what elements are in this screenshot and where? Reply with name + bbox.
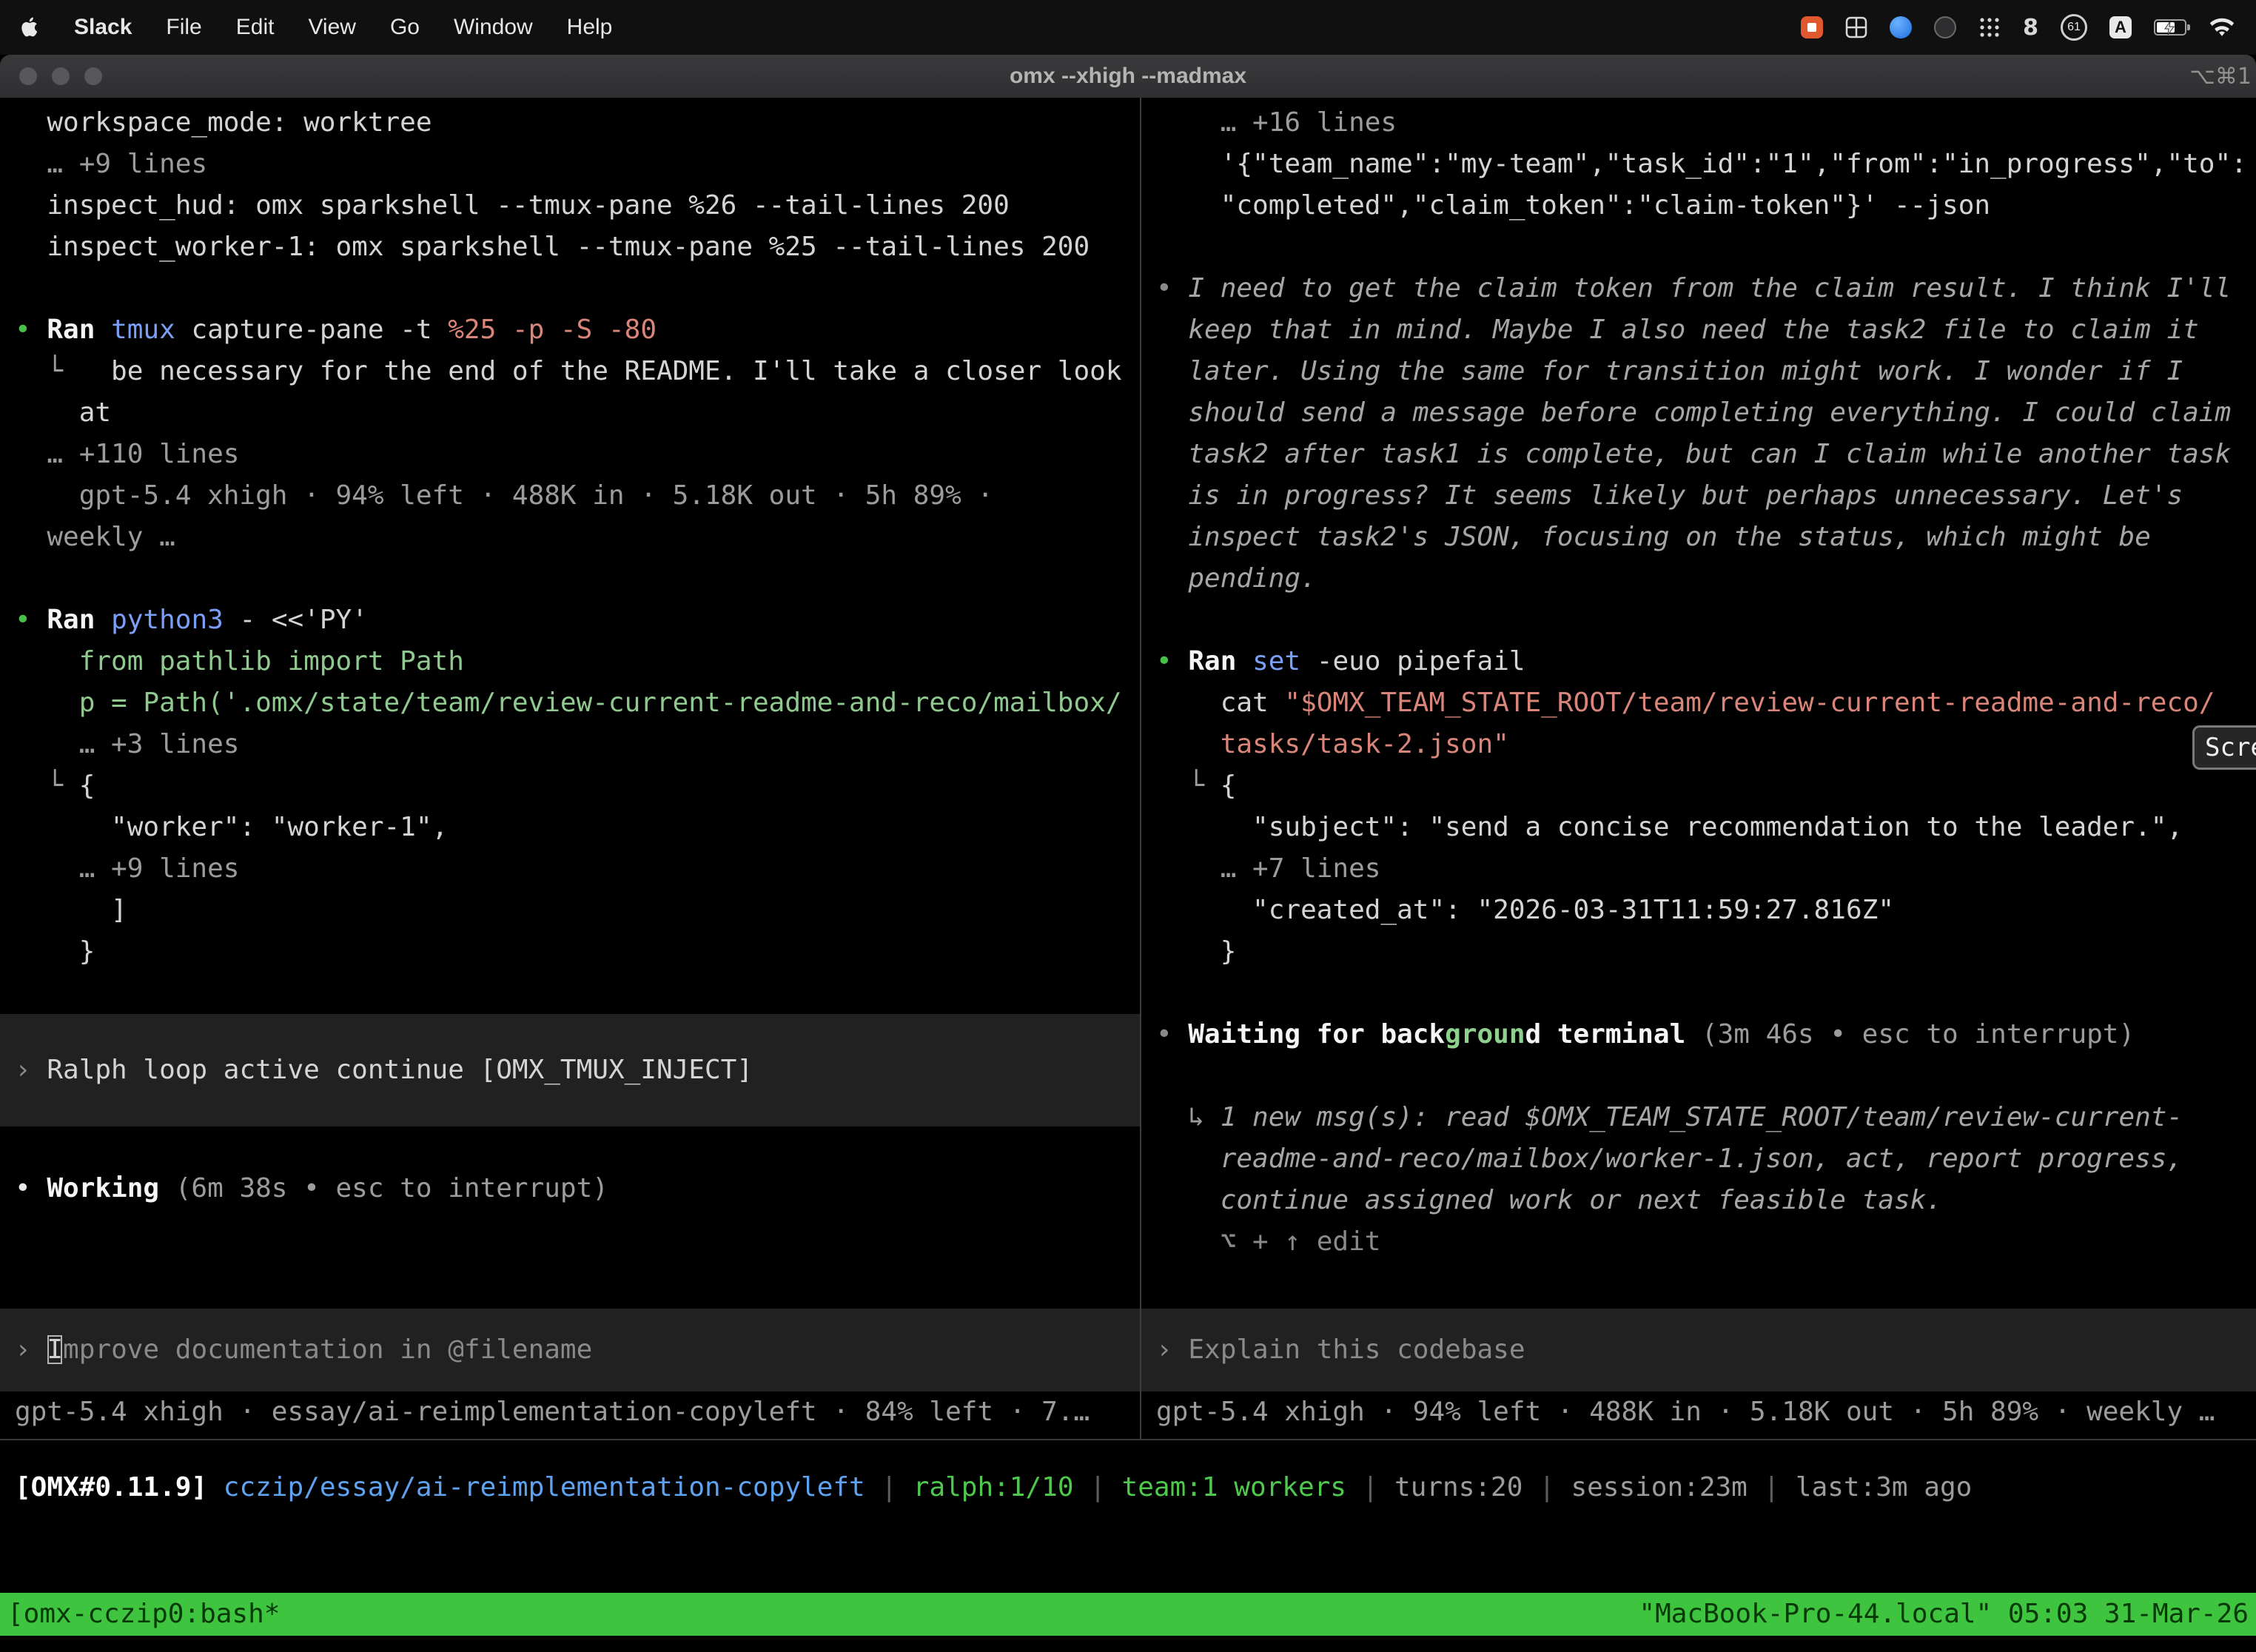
- omx-hud: [OMX#0.11.9] cczip/essay/ai-reimplementa…: [0, 1439, 2256, 1593]
- terminal-line: '{"team_name":"my-team","task_id":"1","f…: [1141, 144, 2256, 185]
- terminal-line: [0, 973, 1140, 1014]
- terminal-line: └ {: [1141, 765, 2256, 807]
- left-pane-working: • Working (6m 38s • esc to interrupt): [0, 1126, 1140, 1209]
- window-title: omx --xhigh --madmax: [1010, 64, 1246, 89]
- terminal-line: • Working (6m 38s • esc to interrupt): [0, 1168, 1140, 1209]
- glyph-8-icon[interactable]: 8: [2023, 15, 2038, 41]
- terminal-line: continue assigned work or next feasible …: [1141, 1180, 2256, 1221]
- left-pane: workspace_mode: worktree … +9 lines insp…: [0, 98, 1140, 1439]
- terminal-line: pending.: [1141, 558, 2256, 600]
- terminal-line: … +110 lines: [0, 434, 1140, 475]
- battery-icon[interactable]: [2154, 19, 2186, 36]
- right-pane-status: gpt-5.4 xhigh · 94% left · 488K in · 5.1…: [1141, 1391, 2256, 1433]
- zoom-button[interactable]: [84, 67, 102, 85]
- terminal-line: [1141, 1055, 2256, 1097]
- dots-grid-icon[interactable]: [1978, 16, 2001, 38]
- terminal-line: • I need to get the claim token from the…: [1141, 268, 2256, 309]
- terminal-line: }: [1141, 931, 2256, 973]
- terminal-line: readme-and-reco/mailbox/worker-1.json, a…: [1141, 1138, 2256, 1180]
- bottom-strip: [0, 1636, 2256, 1651]
- left-prompt-input[interactable]: › Improve documentation in @filename: [0, 1329, 1140, 1371]
- ralph-loop-band: › Ralph loop active continue [OMX_TMUX_I…: [0, 1014, 1140, 1126]
- minimize-button[interactable]: [52, 67, 70, 85]
- terminal-line: └ {: [0, 765, 1140, 807]
- window-grid-icon[interactable]: [1845, 16, 1867, 38]
- terminal-line: "subject": "send a concise recommendatio…: [1141, 807, 2256, 848]
- terminal-line: gpt-5.4 xhigh · 94% left · 488K in · 5.1…: [0, 475, 1140, 517]
- macos-menu-bar: Slack File Edit View Go Window Help: [0, 0, 2256, 55]
- terminal-line: ⌥ + ↑ edit: [1141, 1221, 2256, 1263]
- menu-window[interactable]: Window: [454, 15, 533, 40]
- terminal-line: [1141, 973, 2256, 1014]
- menu-view[interactable]: View: [308, 15, 355, 40]
- tmux-status-bar: [omx-cczip0:bash* "MacBook-Pro-44.local"…: [0, 1593, 2256, 1636]
- terminal-line: tasks/task-2.json": [1141, 724, 2256, 765]
- terminal-line: should send a message before completing …: [1141, 392, 2256, 434]
- menu-help[interactable]: Help: [567, 15, 613, 40]
- screen-capture-overlay[interactable]: Scre: [2192, 725, 2256, 770]
- terminal-line: ↳ 1 new msg(s): read $OMX_TEAM_STATE_ROO…: [1141, 1097, 2256, 1138]
- terminal-line: • Ran tmux capture-pane -t %25 -p -S -80: [0, 309, 1140, 351]
- menu-file[interactable]: File: [166, 15, 201, 40]
- apple-icon[interactable]: [21, 16, 40, 38]
- terminal-line: "completed","claim_token":"claim-token"}…: [1141, 185, 2256, 226]
- left-pane-output: workspace_mode: worktree … +9 lines insp…: [0, 102, 1140, 1014]
- tmux-session-label: [omx-cczip0:bash*: [7, 1593, 280, 1636]
- terminal-line: workspace_mode: worktree: [0, 102, 1140, 144]
- terminal-line: "created_at": "2026-03-31T11:59:27.816Z": [1141, 890, 2256, 931]
- menu-app-name[interactable]: Slack: [74, 15, 132, 40]
- terminal-line: [0, 558, 1140, 600]
- terminal-panes: workspace_mode: worktree … +9 lines insp…: [0, 98, 2256, 1439]
- right-pane-output: … +16 lines '{"team_name":"my-team","tas…: [1141, 102, 2256, 1263]
- terminal-line: … +7 lines: [1141, 848, 2256, 890]
- terminal-line: [1141, 600, 2256, 641]
- right-prompt-input[interactable]: › Explain this codebase: [1141, 1329, 2256, 1371]
- terminal-line: … +3 lines: [0, 724, 1140, 765]
- terminal-line: task2 after task1 is complete, but can I…: [1141, 434, 2256, 475]
- terminal-line: cat "$OMX_TEAM_STATE_ROOT/team/review-cu…: [1141, 682, 2256, 724]
- terminal-line: … +16 lines: [1141, 102, 2256, 144]
- window-shortcut-hint: ⌥⌘1: [2189, 64, 2252, 90]
- terminal-line: … +9 lines: [0, 848, 1140, 890]
- terminal-line: at: [0, 392, 1140, 434]
- right-pane: … +16 lines '{"team_name":"my-team","tas…: [1141, 98, 2256, 1439]
- terminal-line: p = Path('.omx/state/team/review-current…: [0, 682, 1140, 724]
- input-source-icon[interactable]: A: [2109, 16, 2132, 38]
- ralph-loop-text: › Ralph loop active continue [OMX_TMUX_I…: [0, 1050, 1140, 1091]
- terminal-line: is in progress? It seems likely but perh…: [1141, 475, 2256, 517]
- terminal-line: from pathlib import Path: [0, 641, 1140, 682]
- terminal-line: • Ran set -euo pipefail: [1141, 641, 2256, 682]
- terminal-line: }: [0, 931, 1140, 973]
- omx-status-line: [OMX#0.11.9] cczip/essay/ai-reimplementa…: [0, 1467, 2256, 1508]
- terminal-line: ]: [0, 890, 1140, 931]
- left-pane-status: gpt-5.4 xhigh · essay/ai-reimplementatio…: [0, 1391, 1140, 1433]
- close-button[interactable]: [19, 67, 37, 85]
- terminal-line: └ be necessary for the end of the README…: [0, 351, 1140, 392]
- wifi-icon[interactable]: [2209, 17, 2235, 38]
- dark-app-icon[interactable]: [1934, 16, 1956, 38]
- terminal-line: inspect task2's JSON, focusing on the st…: [1141, 517, 2256, 558]
- terminal-line: inspect_hud: omx sparkshell --tmux-pane …: [0, 185, 1140, 226]
- terminal-line: • Waiting for background terminal (3m 46…: [1141, 1014, 2256, 1055]
- terminal-line: [0, 268, 1140, 309]
- left-prompt-band[interactable]: › Improve documentation in @filename: [0, 1309, 1140, 1391]
- tmux-host-clock: "MacBook-Pro-44.local" 05:03 31-Mar-26: [1639, 1593, 2249, 1636]
- menu-edit[interactable]: Edit: [236, 15, 275, 40]
- right-prompt-band[interactable]: › Explain this codebase: [1141, 1309, 2256, 1391]
- terminal-line: keep that in mind. Maybe I also need the…: [1141, 309, 2256, 351]
- terminal-line: [1141, 226, 2256, 268]
- menu-go[interactable]: Go: [390, 15, 420, 40]
- window-title-bar: omx --xhigh --madmax ⌥⌘1: [0, 55, 2256, 98]
- terminal-line: [0, 1126, 1140, 1168]
- terminal-line: … +9 lines: [0, 144, 1140, 185]
- terminal-line: • Ran python3 - <<'PY': [0, 600, 1140, 641]
- terminal-line: weekly …: [0, 517, 1140, 558]
- blue-app-icon[interactable]: [1890, 16, 1912, 38]
- terminal-line: "worker": "worker-1",: [0, 807, 1140, 848]
- terminal-line: inspect_worker-1: omx sparkshell --tmux-…: [0, 226, 1140, 268]
- screen-recording-icon[interactable]: [1801, 16, 1823, 38]
- terminal-line: later. Using the same for transition mig…: [1141, 351, 2256, 392]
- battery-percent-circle-icon[interactable]: 61: [2061, 14, 2087, 41]
